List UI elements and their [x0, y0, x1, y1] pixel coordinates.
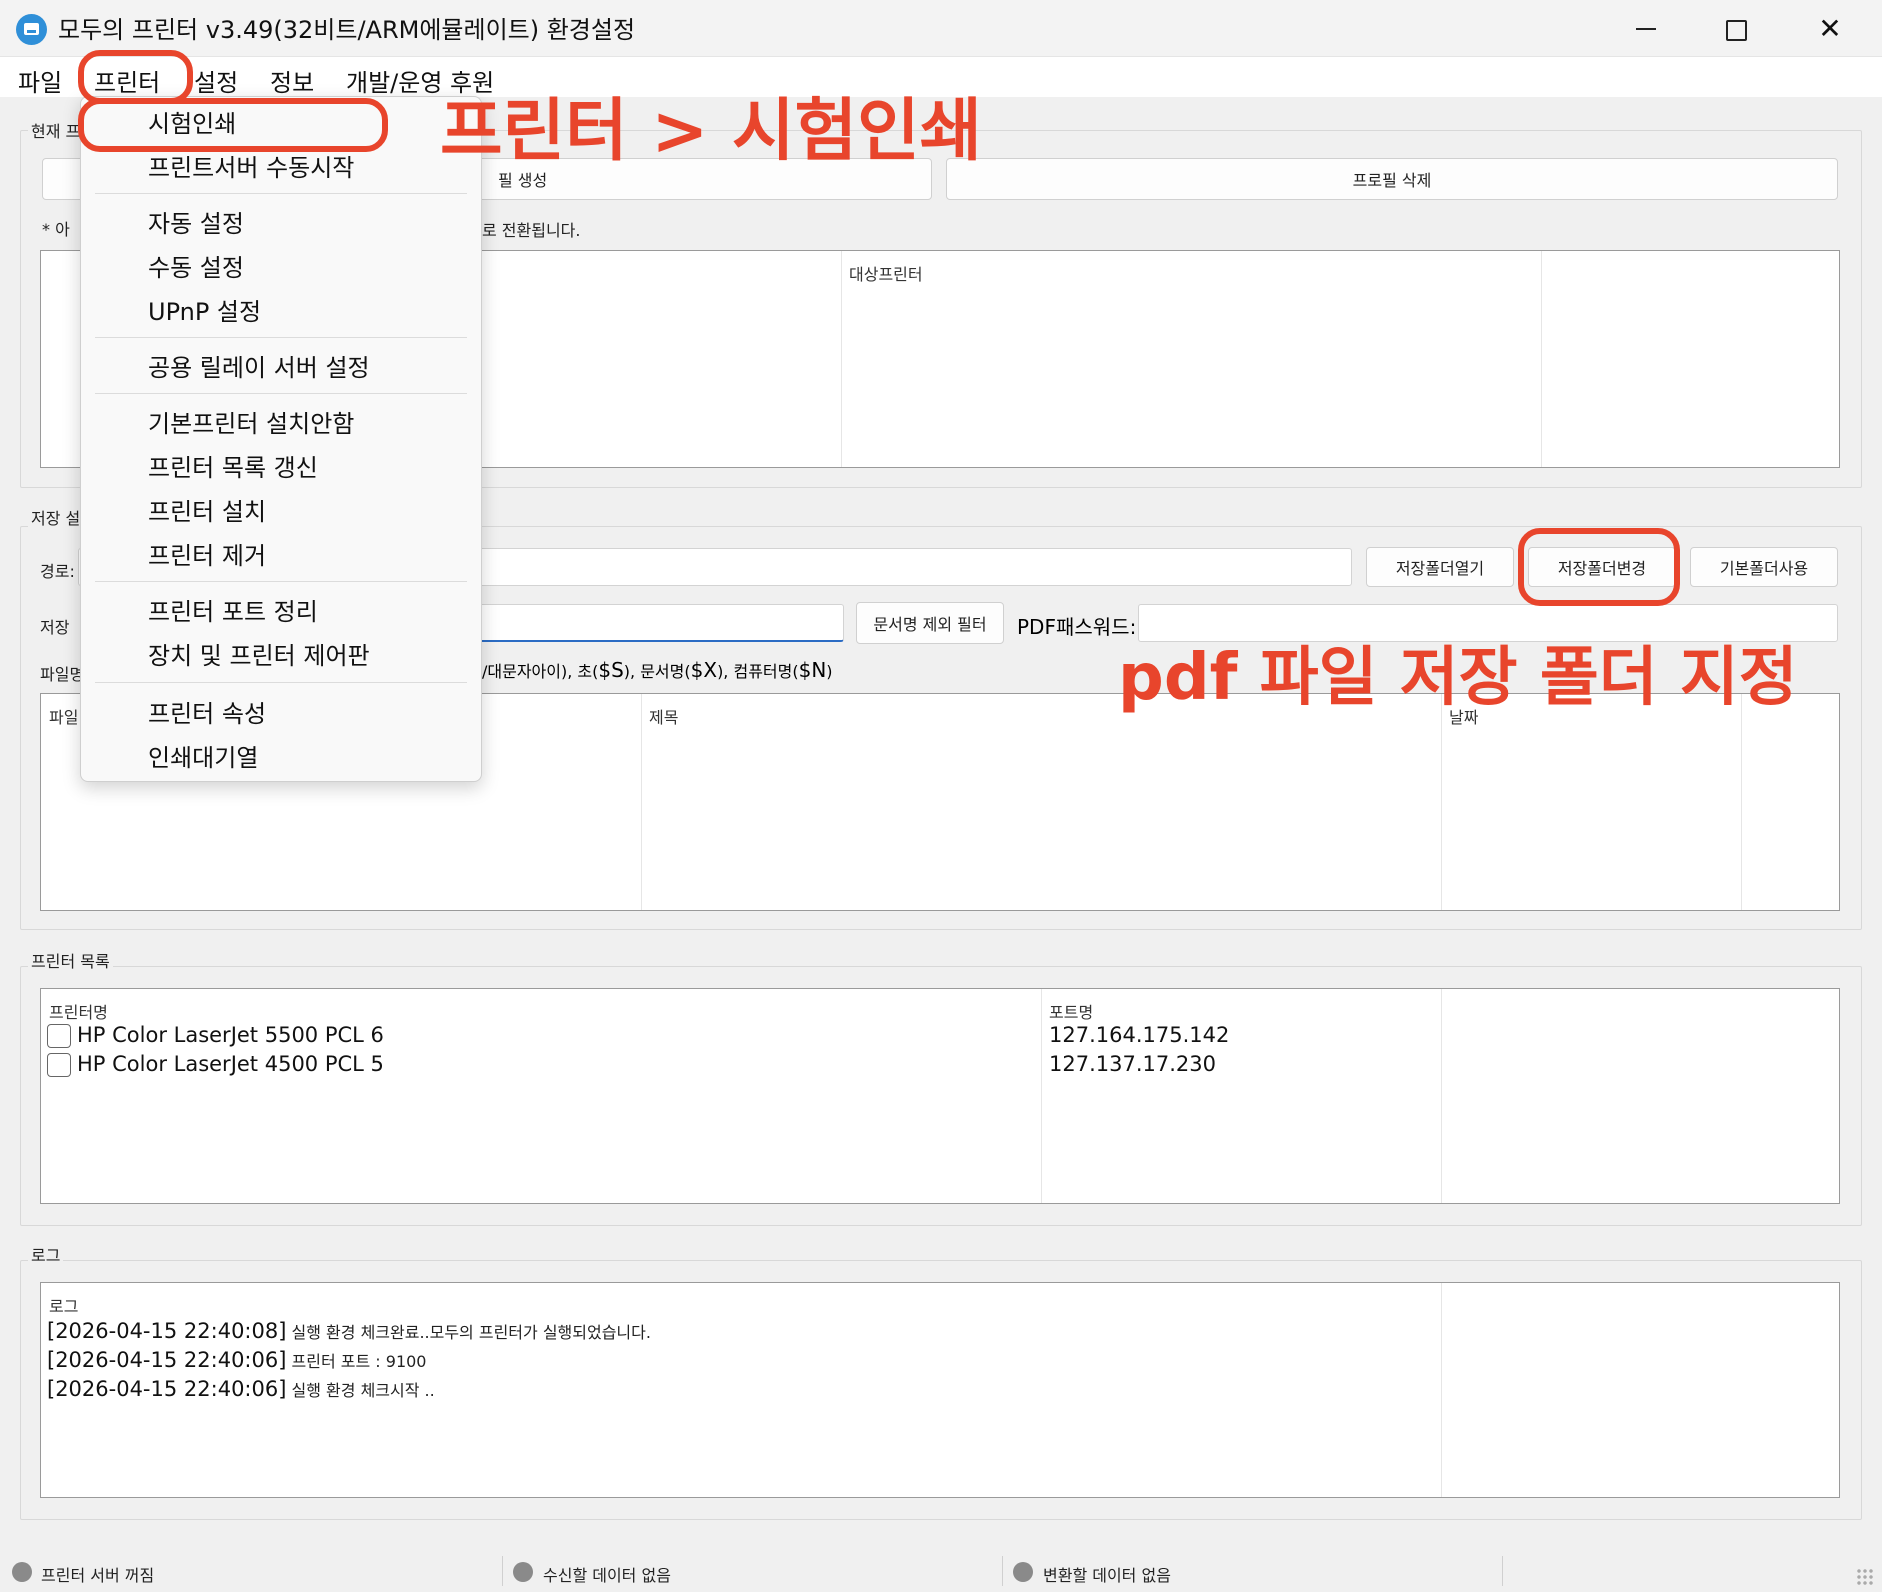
- menu-item-upnp-setup[interactable]: UPnP 설정: [148, 292, 261, 327]
- status-divider: [1502, 1556, 1503, 1586]
- menu-item-manual-setup[interactable]: 수동 설정: [148, 248, 244, 283]
- printer-checkbox[interactable]: [47, 1053, 71, 1077]
- convert-status-text: 변환할 데이터 없음: [1043, 1566, 1171, 1585]
- printer-list[interactable]: 프린터명 포트명 HP Color LaserJet 5500 PCL 6 12…: [40, 988, 1840, 1204]
- title-bar: 모두의 프린터 v3.49(32비트/ARM에뮬레이트) 환경설정 ✕: [0, 0, 1882, 57]
- column-log[interactable]: 로그: [49, 1293, 78, 1317]
- filename-hint: /대문자아이), 초($S), 문서명($X), 컴퓨터명($N): [482, 658, 833, 682]
- log-list[interactable]: 로그 [2026-04-15 22:40:08] 실행 환경 체크완료..모두의…: [40, 1282, 1840, 1498]
- menu-info[interactable]: 정보: [270, 63, 314, 98]
- minimize-button[interactable]: [1600, 0, 1690, 57]
- annotation-change-folder-highlight: [1518, 528, 1680, 606]
- path-label: 경로:: [40, 562, 75, 581]
- log-entry: [2026-04-15 22:40:08] 실행 환경 체크완료..모두의 프린…: [47, 1319, 651, 1343]
- menu-item-clean-ports[interactable]: 프린터 포트 정리: [148, 592, 318, 627]
- log-time: [2026-04-15 22:40:08]: [47, 1319, 287, 1343]
- annotation-menu-callout: 프린터 > 시험인쇄: [440, 92, 983, 171]
- profile-note-end: 로 전환됩니다.: [482, 221, 581, 240]
- menu-settings[interactable]: 설정: [194, 63, 238, 98]
- column-title[interactable]: 제목: [649, 704, 678, 728]
- receive-status-dot: [513, 1562, 533, 1582]
- printer-list-label: 프린터 목록: [28, 948, 113, 972]
- log-message: 프린터 포트 : 9100: [291, 1352, 427, 1371]
- pdf-password-input[interactable]: [1138, 604, 1838, 642]
- server-status-text: 프린터 서버 꺼짐: [41, 1566, 155, 1585]
- column-divider: [1541, 251, 1542, 467]
- default-folder-button[interactable]: 기본폴더사용: [1690, 547, 1838, 587]
- annotation-folder-callout: pdf 파일 저장 폴더 지정: [1118, 641, 1798, 715]
- printer-app-icon: [16, 14, 47, 45]
- profile-note-start: * 아: [42, 220, 70, 239]
- column-divider: [1741, 694, 1742, 910]
- menu-bar: 파일 프린터 설정 정보 개발/운영 후원: [0, 57, 1882, 97]
- resize-grip-icon[interactable]: [1856, 1568, 1874, 1586]
- column-port-name[interactable]: 포트명: [1049, 999, 1093, 1023]
- menu-separator: [95, 581, 467, 582]
- menu-item-refresh-printers[interactable]: 프린터 목록 갱신: [148, 448, 318, 483]
- column-divider: [1441, 1283, 1442, 1497]
- menu-separator: [95, 193, 467, 194]
- column-divider: [1441, 989, 1442, 1203]
- open-folder-label: 저장폴더열기: [1395, 559, 1485, 578]
- log-time: [2026-04-15 22:40:06]: [47, 1377, 287, 1401]
- menu-separator: [95, 682, 467, 683]
- status-bar: 프린터 서버 꺼짐 수신할 데이터 없음 변환할 데이터 없음: [0, 1552, 1882, 1592]
- log-time: [2026-04-15 22:40:06]: [47, 1348, 287, 1372]
- column-divider: [1041, 989, 1042, 1203]
- profile-section-label: 현재 프: [28, 118, 84, 142]
- close-icon: ✕: [1818, 12, 1842, 45]
- exclude-filter-label: 문서명 제외 필터: [873, 615, 987, 634]
- maximize-button[interactable]: [1690, 0, 1780, 57]
- printer-port: 127.164.175.142: [1049, 1023, 1230, 1047]
- save-filename-label: 저장: [40, 618, 70, 637]
- menu-item-no-default-printer[interactable]: 기본프린터 설치안함: [148, 404, 354, 439]
- delete-profile-button[interactable]: 프로필 삭제: [946, 158, 1838, 200]
- column-divider: [841, 251, 842, 467]
- annotation-test-print-highlight: [78, 98, 388, 152]
- log-entry: [2026-04-15 22:40:06] 실행 환경 체크시작 ..: [47, 1377, 435, 1401]
- log-entry: [2026-04-15 22:40:06] 프린터 포트 : 9100: [47, 1348, 426, 1372]
- menu-item-remove-printer[interactable]: 프린터 제거: [148, 536, 266, 571]
- menu-item-printer-properties[interactable]: 프린터 속성: [148, 694, 266, 729]
- menu-item-devices-printers[interactable]: 장치 및 프린터 제어판: [148, 636, 370, 671]
- table-row[interactable]: HP Color LaserJet 5500 PCL 6 127.164.175…: [47, 1023, 1347, 1051]
- column-printer-name[interactable]: 프린터명: [49, 999, 108, 1023]
- menu-item-relay-server[interactable]: 공용 릴레이 서버 설정: [148, 348, 370, 383]
- open-folder-button[interactable]: 저장폴더열기: [1366, 547, 1514, 587]
- column-target-printer[interactable]: 대상프린터: [849, 261, 923, 285]
- log-message: 실행 환경 체크시작 ..: [291, 1381, 435, 1400]
- annotation-menu-highlight: [78, 50, 193, 104]
- server-status-dot: [12, 1562, 32, 1582]
- exclude-filter-button[interactable]: 문서명 제외 필터: [856, 602, 1004, 644]
- printer-name: HP Color LaserJet 4500 PCL 5: [77, 1052, 384, 1076]
- close-button[interactable]: ✕: [1785, 0, 1875, 57]
- save-section-label: 저장 설: [28, 505, 84, 529]
- menu-item-auto-setup[interactable]: 자동 설정: [148, 204, 244, 239]
- printer-name: HP Color LaserJet 5500 PCL 6: [77, 1023, 384, 1047]
- column-divider: [1441, 694, 1442, 910]
- menu-file[interactable]: 파일: [18, 63, 62, 98]
- printer-checkbox[interactable]: [47, 1024, 71, 1048]
- status-divider: [502, 1556, 503, 1586]
- log-message: 실행 환경 체크완료..모두의 프린터가 실행되었습니다.: [291, 1323, 651, 1342]
- receive-status-text: 수신할 데이터 없음: [543, 1566, 671, 1585]
- printer-port: 127.137.17.230: [1049, 1052, 1216, 1076]
- pdf-password-label: PDF패스워드:: [1017, 615, 1137, 639]
- menu-separator: [95, 393, 467, 394]
- column-divider: [641, 694, 642, 910]
- delete-profile-label: 프로필 삭제: [1352, 171, 1432, 190]
- menu-item-manual-start-server[interactable]: 프린트서버 수동시작: [148, 148, 354, 183]
- log-section-label: 로그: [28, 1242, 64, 1266]
- filename-hint-label: 파일명: [40, 665, 85, 684]
- table-row[interactable]: HP Color LaserJet 4500 PCL 5 127.137.17.…: [47, 1052, 1347, 1080]
- window-title: 모두의 프린터 v3.49(32비트/ARM에뮬레이트) 환경설정: [58, 16, 636, 44]
- printer-menu-dropdown: [80, 96, 482, 782]
- menu-item-install-printer[interactable]: 프린터 설치: [148, 492, 266, 527]
- column-file[interactable]: 파일: [49, 704, 78, 728]
- default-folder-label: 기본폴더사용: [1719, 559, 1809, 578]
- convert-status-dot: [1013, 1562, 1033, 1582]
- status-divider: [1002, 1556, 1003, 1586]
- menu-item-print-queue[interactable]: 인쇄대기열: [148, 738, 258, 773]
- menu-separator: [95, 337, 467, 338]
